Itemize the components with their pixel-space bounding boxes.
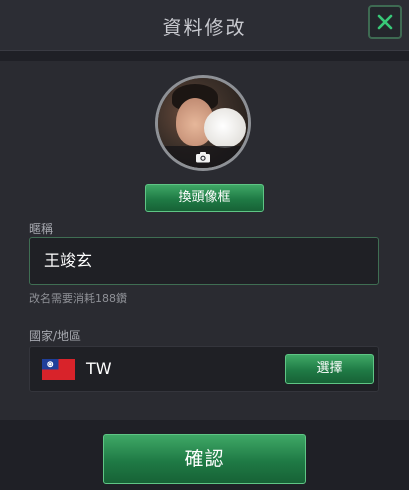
avatar-camera-overlay[interactable] [158,146,248,168]
select-country-button[interactable]: 選擇 [285,354,374,384]
avatar[interactable] [155,75,251,171]
close-icon [377,14,393,30]
dialog-title: 資料修改 [162,17,247,39]
dialog-header: 資料修改 [0,0,409,51]
country-code: TW [86,359,112,378]
change-avatar-frame-button[interactable]: 換頭像框 [145,184,264,212]
camera-icon [196,152,210,163]
avatar-photo-dog [204,108,246,148]
nickname-label: 暱稱 [29,222,54,236]
confirm-button[interactable]: 確認 [103,434,306,484]
nickname-input[interactable]: 王竣玄 [29,237,379,285]
country-row: TW 選擇 [29,346,379,392]
rename-cost-hint: 改名需要消耗188鑽 [29,292,127,305]
country-label: 國家/地區 [29,329,82,343]
close-button[interactable] [368,5,402,39]
taiwan-flag-icon [42,359,75,380]
